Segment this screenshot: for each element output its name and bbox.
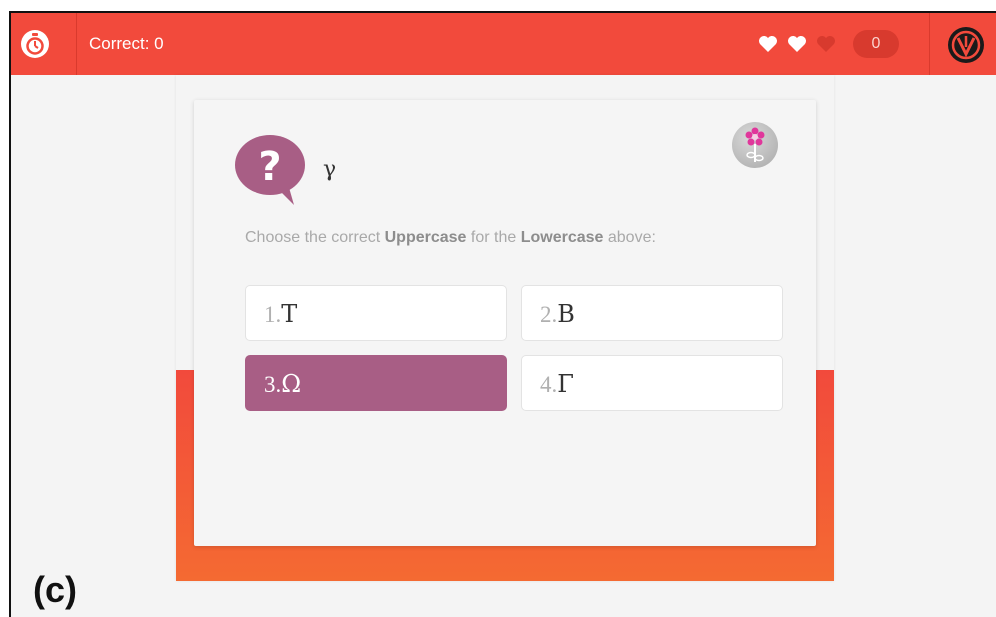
score-badge: 0 [853, 30, 899, 58]
menu-cell[interactable] [929, 13, 996, 75]
heart-icon [759, 36, 777, 52]
option-letter: Β [557, 300, 575, 328]
correct-count: Correct: 0 [89, 34, 164, 53]
option-letter: Τ [281, 300, 298, 328]
option-letter: Ω [281, 370, 302, 398]
option-letter: Γ [557, 370, 574, 398]
brand-logo-icon[interactable] [948, 27, 984, 63]
question-letter: γ [323, 157, 337, 182]
question-bubble-icon: ? [235, 135, 305, 205]
figure-caption: (c) [33, 569, 77, 610]
timer-cell[interactable] [11, 13, 77, 75]
option-1-button[interactable]: 1.Τ [245, 285, 507, 341]
heart-empty-icon [817, 36, 835, 52]
top-bar: Correct: 0 0 [11, 13, 996, 75]
option-4-button[interactable]: 4.Γ [521, 355, 783, 411]
instruction-text: Choose the correct Uppercase for the Low… [245, 229, 656, 246]
svg-text:?: ? [258, 144, 281, 190]
heart-icon [788, 36, 806, 52]
flower-icon[interactable] [732, 122, 778, 168]
quiz-card: ? γ Choose the correct Uppercase for the… [194, 100, 816, 546]
app-frame: Correct: 0 0 ? γ Choose the correct Uppe… [11, 13, 996, 617]
option-2-button[interactable]: 2.Β [521, 285, 783, 341]
option-3-button[interactable]: 3.Ω [245, 355, 507, 411]
stopwatch-icon[interactable] [21, 30, 49, 58]
